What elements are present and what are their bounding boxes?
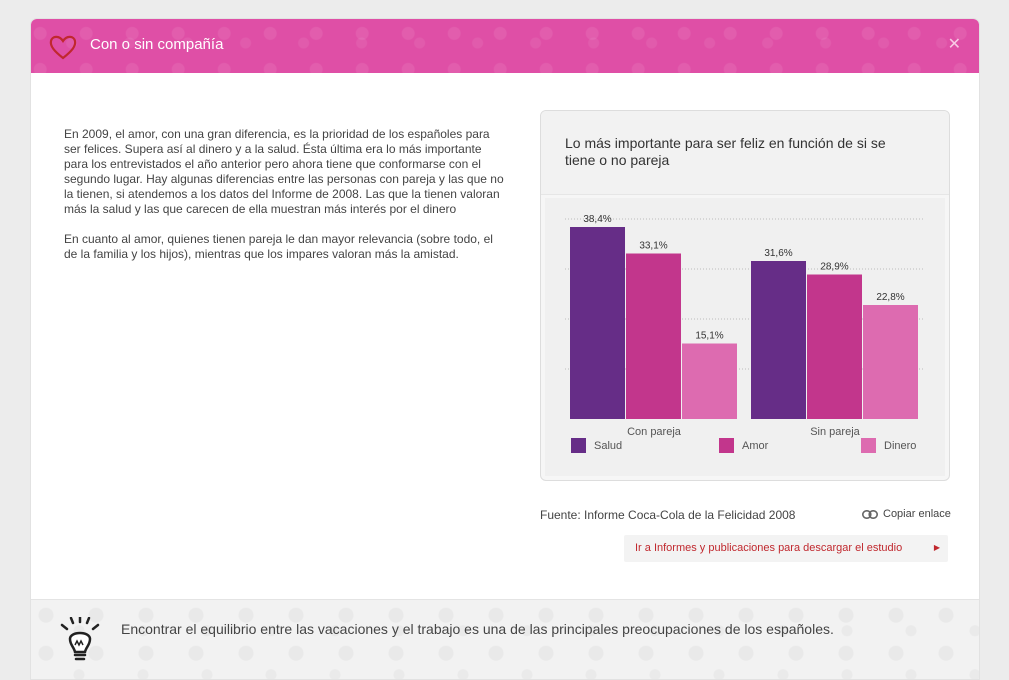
category-label-con-pareja: Con pareja	[627, 426, 682, 438]
legend-swatch-dinero	[861, 438, 876, 453]
chart-area: 38,4% 33,1% 15,1% Con pareja 31,6% 28,9% 22,8%…	[545, 198, 945, 476]
bar-salud-con-pareja	[570, 227, 625, 419]
data-label-dinero-sin-pareja: 22,8%	[876, 292, 904, 303]
legend-label-dinero: Dinero	[884, 440, 917, 452]
lightbulb-icon	[60, 617, 100, 661]
bar-salud-sin-pareja	[751, 261, 806, 419]
data-label-salud-con-pareja: 38,4%	[583, 214, 611, 225]
data-label-amor-con-pareja: 33,1%	[639, 241, 667, 252]
bar-amor-con-pareja	[626, 253, 681, 419]
modal-title: Con o sin compañía	[90, 36, 224, 53]
modal-header: Con o sin compañía ✕	[31, 19, 979, 73]
legend-label-salud: Salud	[594, 440, 623, 452]
bar-amor-sin-pareja	[807, 274, 862, 419]
chain-link-icon	[862, 510, 878, 519]
paragraph-2: En cuanto al amor, quienes tienen pareja…	[64, 232, 493, 261]
chart-panel: Lo más importante para ser feliz en func…	[540, 110, 950, 481]
copy-link-label: Copiar enlace	[883, 508, 951, 520]
paragraph-1: En 2009, el amor, con una gran diferenci…	[64, 127, 504, 216]
heart-icon	[49, 35, 77, 60]
footer-banner: Encontrar el equilibrio entre las vacaci…	[31, 599, 979, 679]
chart-header: Lo más importante para ser feliz en func…	[541, 111, 949, 195]
modal-card: Con o sin compañía ✕ En 2009, el amor, c…	[30, 18, 980, 680]
reports-link-label: Ir a Informes y publicaciones para desca…	[635, 542, 903, 554]
bar-dinero-sin-pareja	[863, 305, 918, 419]
legend-swatch-salud	[571, 438, 586, 453]
bar-dinero-con-pareja	[682, 343, 737, 419]
legend-swatch-amor	[719, 438, 734, 453]
close-icon[interactable]: ✕	[948, 34, 961, 54]
data-label-dinero-con-pareja: 15,1%	[695, 331, 723, 342]
source-text: Fuente: Informe Coca-Cola de la Felicida…	[540, 508, 796, 522]
chart-title: Lo más importante para ser feliz en func…	[565, 135, 886, 168]
legend-label-amor: Amor	[742, 440, 769, 452]
data-label-salud-sin-pareja: 31,6%	[764, 248, 792, 259]
category-label-sin-pareja: Sin pareja	[810, 426, 860, 438]
description-text: En 2009, el amor, con una gran diferenci…	[64, 127, 506, 277]
footer-text: Encontrar el equilibrio entre las vacaci…	[121, 621, 834, 637]
bar-chart: 38,4% 33,1% 15,1% Con pareja 31,6% 28,9% 22,8%…	[565, 214, 925, 438]
arrow-right-icon: ▶	[933, 543, 940, 552]
data-label-amor-sin-pareja: 28,9%	[820, 262, 848, 273]
reports-link[interactable]: Ir a Informes y publicaciones para desca…	[624, 535, 948, 562]
